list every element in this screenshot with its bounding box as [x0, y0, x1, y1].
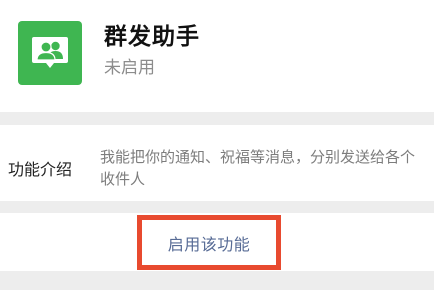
feature-settings-screen: 群发助手 未启用 功能介绍 我能把你的通知、祝福等消息，分别发送给各个收件人 启…	[0, 0, 434, 290]
feature-intro-row: 功能介绍 我能把你的通知、祝福等消息，分别发送给各个收件人	[0, 125, 434, 201]
feature-title: 群发助手	[104, 24, 200, 50]
group-message-icon	[18, 21, 82, 85]
enable-feature-label: 启用该功能	[167, 234, 251, 254]
action-row: 启用该功能	[0, 213, 434, 271]
intro-description: 我能把你的通知、祝福等消息，分别发送给各个收件人	[100, 148, 416, 188]
feature-status: 未启用	[104, 58, 155, 78]
enable-feature-button[interactable]: 启用该功能	[137, 215, 281, 270]
intro-label: 功能介绍	[8, 160, 73, 179]
feature-header: 群发助手 未启用	[0, 0, 434, 112]
